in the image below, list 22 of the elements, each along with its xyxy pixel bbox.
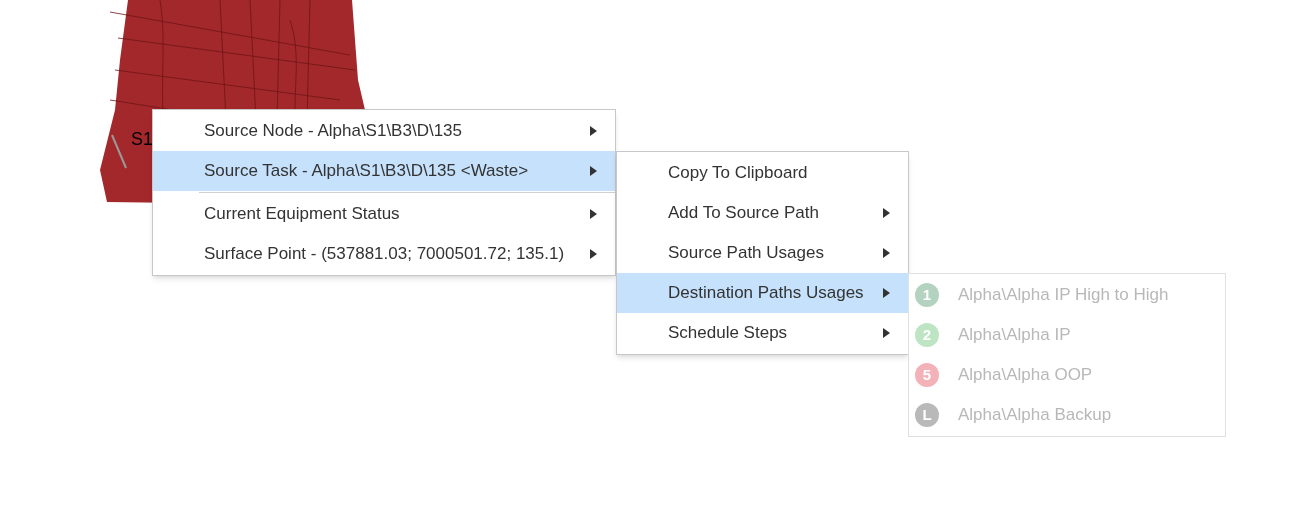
map-label: S1 [131, 128, 154, 151]
submenu-arrow-icon [883, 208, 890, 218]
submenu-arrow-icon [883, 248, 890, 258]
menu-item[interactable]: Source Node - Alpha\S1\B3\D\135 [153, 111, 615, 151]
number-badge: L [915, 403, 939, 427]
submenu-arrow-icon [883, 288, 890, 298]
number-badge: 5 [915, 363, 939, 387]
menu-item[interactable]: Copy To Clipboard [617, 153, 908, 193]
submenu-arrow-icon [590, 249, 597, 259]
menu-item[interactable]: Source Path Usages [617, 233, 908, 273]
menu-item[interactable]: Schedule Steps [617, 313, 908, 353]
menu-item[interactable]: Source Task - Alpha\S1\B3\D\135 <Waste> [153, 151, 615, 191]
number-badge: 2 [915, 323, 939, 347]
submenu-arrow-icon [590, 166, 597, 176]
menu-item[interactable]: Current Equipment Status [153, 194, 615, 234]
menu-item[interactable]: Add To Source Path [617, 193, 908, 233]
number-badge: 1 [915, 283, 939, 307]
menu-item[interactable]: Surface Point - (537881.03; 7000501.72; 135.1) [153, 234, 615, 274]
submenu-arrow-icon [590, 126, 597, 136]
submenu-arrow-icon [883, 328, 890, 338]
menu-item[interactable]: Destination Paths Usages [617, 273, 908, 313]
submenu-arrow-icon [590, 209, 597, 219]
